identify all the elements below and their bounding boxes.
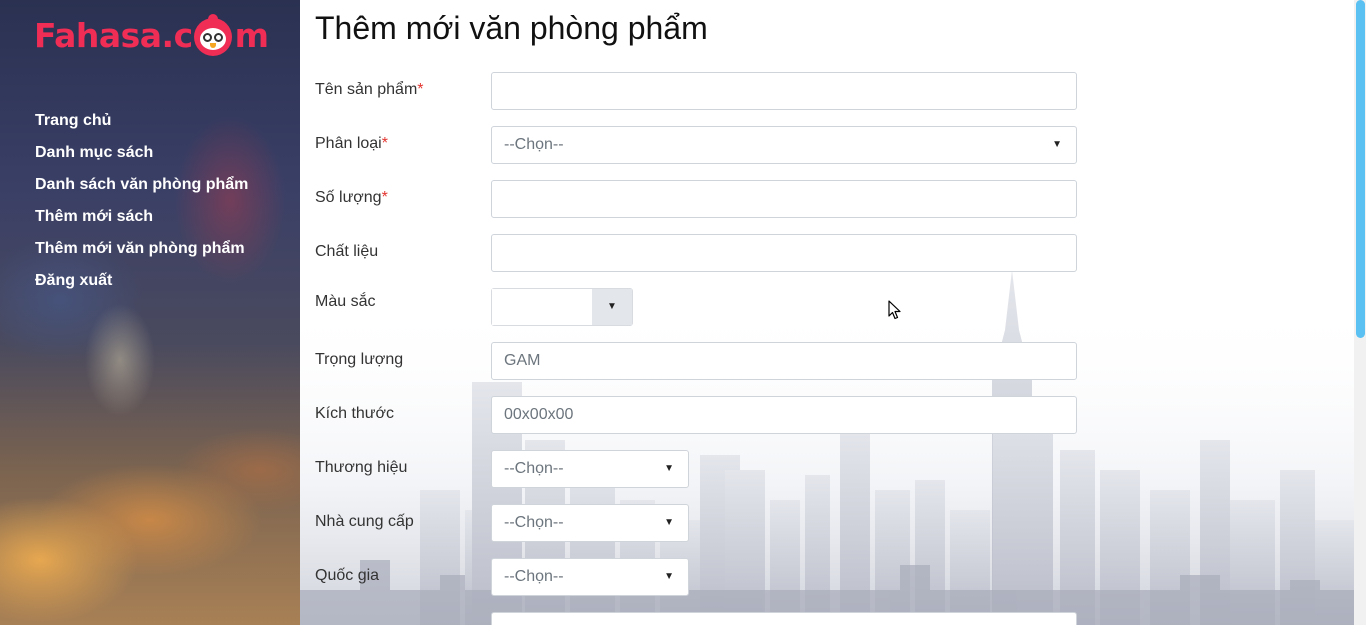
- sidebar-item-logout[interactable]: Đăng xuất: [35, 270, 248, 302]
- page-title: Thêm mới văn phòng phẩm: [315, 10, 708, 46]
- category-select[interactable]: --Chọn-- ▼: [491, 126, 1077, 164]
- product-name-label: Tên sản phẩm*: [315, 81, 424, 98]
- sidebar-item-book-categories[interactable]: Danh mục sách: [35, 142, 248, 174]
- owl-mascot-icon: [193, 11, 234, 56]
- color-label: Màu sắc: [315, 293, 376, 310]
- brand-selected-value: --Chọn--: [504, 460, 564, 477]
- main-content: Thêm mới văn phòng phẩm Tên sản phẩm* Ph…: [300, 0, 1354, 625]
- material-input[interactable]: [491, 234, 1077, 272]
- caret-down-icon: ▼: [1052, 139, 1062, 150]
- page-scrollbar[interactable]: [1354, 0, 1366, 625]
- required-mark: *: [381, 135, 388, 152]
- country-label: Quốc gia: [315, 567, 380, 584]
- brand-label: Thương hiệu: [315, 459, 408, 476]
- size-label: Kích thước: [315, 405, 395, 422]
- logo-text-part1: Fahasa.c: [34, 16, 193, 55]
- product-name-input[interactable]: [491, 72, 1077, 110]
- category-selected-value: --Chọn--: [504, 136, 564, 153]
- quantity-input[interactable]: [491, 180, 1077, 218]
- color-row: Màu sắc ▼: [315, 288, 1315, 327]
- next-field-partial[interactable]: [491, 612, 1077, 625]
- country-select[interactable]: --Chọn-- ▼: [491, 558, 689, 596]
- weight-label: Trọng lượng: [315, 351, 404, 368]
- caret-down-icon: ▼: [664, 517, 674, 528]
- country-selected-value: --Chọn--: [504, 568, 564, 585]
- color-swatch: [492, 289, 592, 325]
- brand-row: Thương hiệu --Chọn-- ▼: [315, 450, 1315, 488]
- caret-down-icon: ▼: [664, 571, 674, 582]
- country-row: Quốc gia --Chọn-- ▼: [315, 558, 1315, 596]
- scrollbar-thumb[interactable]: [1356, 0, 1365, 338]
- required-mark: *: [417, 81, 424, 98]
- sidebar: Fahasa.c m Trang chủ Danh mục sách Danh …: [0, 0, 300, 625]
- quantity-label: Số lượng*: [315, 189, 388, 206]
- caret-down-icon[interactable]: ▼: [592, 289, 632, 325]
- sidebar-item-add-book[interactable]: Thêm mới sách: [35, 206, 248, 238]
- fahasa-logo[interactable]: Fahasa.c m: [34, 11, 269, 56]
- required-mark: *: [381, 189, 388, 206]
- supplier-select[interactable]: --Chọn-- ▼: [491, 504, 689, 542]
- supplier-label: Nhà cung cấp: [315, 513, 414, 530]
- supplier-row: Nhà cung cấp --Chọn-- ▼: [315, 504, 1315, 542]
- caret-down-icon: ▼: [664, 463, 674, 474]
- size-input[interactable]: [491, 396, 1077, 434]
- sidebar-item-add-stationery[interactable]: Thêm mới văn phòng phẩm: [35, 238, 248, 270]
- category-label: Phân loại*: [315, 135, 388, 152]
- brand-select[interactable]: --Chọn-- ▼: [491, 450, 689, 488]
- supplier-selected-value: --Chọn--: [504, 514, 564, 531]
- sidebar-item-stationery-list[interactable]: Danh sách văn phòng phẩm: [35, 174, 248, 206]
- quantity-row: Số lượng*: [315, 180, 1315, 218]
- category-row: Phân loại* --Chọn-- ▼: [315, 126, 1315, 164]
- size-row: Kích thước: [315, 396, 1315, 434]
- weight-row: Trọng lượng: [315, 342, 1315, 380]
- material-label: Chất liệu: [315, 243, 379, 260]
- mouse-pointer-icon: [888, 300, 901, 320]
- sidebar-item-home[interactable]: Trang chủ: [35, 110, 248, 142]
- color-picker[interactable]: ▼: [491, 288, 633, 326]
- product-name-row: Tên sản phẩm*: [315, 72, 1315, 110]
- weight-input[interactable]: [491, 342, 1077, 380]
- material-row: Chất liệu: [315, 234, 1315, 272]
- sidebar-nav: Trang chủ Danh mục sách Danh sách văn ph…: [35, 110, 248, 302]
- logo-text-part2: m: [234, 16, 269, 55]
